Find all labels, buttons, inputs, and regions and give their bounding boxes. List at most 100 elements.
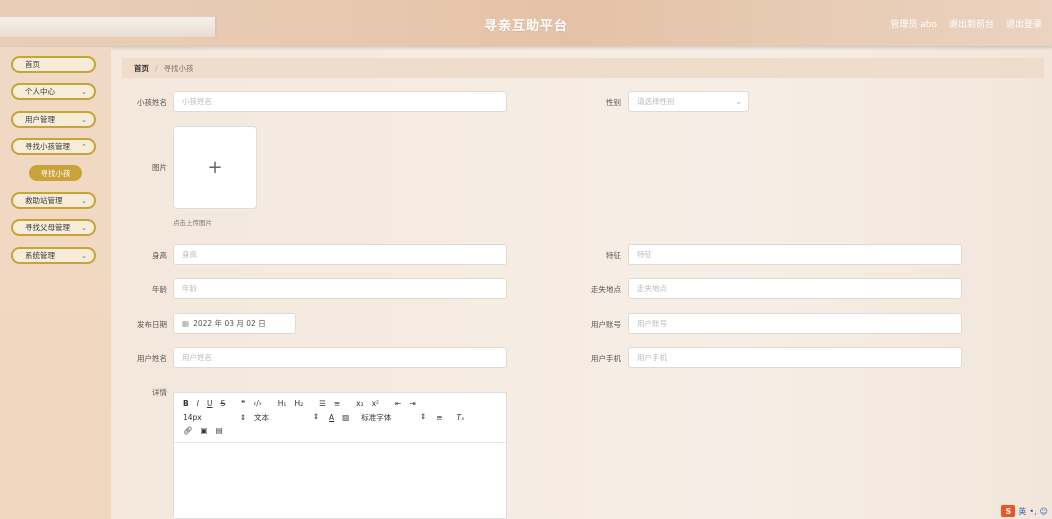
select-arrows-icon: ⇕ [312,412,319,421]
font-size-select[interactable]: 14px ⇕ [183,413,254,422]
logout-link[interactable]: 退出登录 [1006,17,1042,30]
height-label: 身高 [152,251,167,260]
user-phone-input[interactable]: 用户手机 [628,347,962,368]
italic-icon[interactable]: I [197,399,199,408]
user-name-label: 用户姓名 [137,354,167,363]
breadcrumb: 首页 / 寻找小孩 [122,58,1044,78]
breadcrumb-home[interactable]: 首页 [134,63,149,74]
features-input[interactable]: 特征 [628,244,962,265]
gender-select[interactable]: 请选择性别 ⌄ [628,91,749,112]
sogou-ime-icon: S [1001,505,1016,517]
font-size-value: 14px [183,413,202,422]
sidebar-item-label: 寻找父母管理 [25,223,70,232]
link-icon[interactable]: 🔗︎ [183,426,193,435]
user-account-label: 用户账号 [591,320,621,329]
bullet-list-icon[interactable]: ≡ [334,399,340,408]
chevron-down-icon: ⌄ [735,97,742,106]
clear-format-icon[interactable]: Tₓ [457,413,465,422]
image-icon[interactable]: ▣ [201,426,208,435]
font-color-icon[interactable]: A [329,413,334,422]
gender-label: 性别 [606,98,621,107]
user-phone-label: 用户手机 [591,354,621,363]
sidebar-item-rescue[interactable]: 救助站管理 ⌄ [11,192,96,209]
breadcrumb-separator: / [155,63,158,73]
ime-emoji-icon: ☺ [1039,506,1048,516]
calendar-icon: ▦ [182,319,190,328]
breadcrumb-current: 寻找小孩 [163,63,194,73]
select-arrows-icon: ⇕ [239,413,246,422]
sidebar-item-system[interactable]: 系统管理 ⌄ [11,247,96,264]
editor-toolbar: B I U S ❞ ‹/› H₁ H₂ ☰ ≡ x₂ x² ⇤ ⇥ 14px ⇕ … [174,393,506,443]
ordered-list-icon[interactable]: ☰ [319,399,326,408]
submenu-find-child[interactable]: 寻找小孩 [29,165,82,181]
publish-date-picker[interactable]: ▦ 2022 年 03 月 02 日 [173,313,296,334]
sidebar-item-label: 用户管理 [25,115,55,124]
image-upload[interactable]: + [173,126,257,209]
chevron-down-icon: ⌄ [81,88,87,96]
align-icon[interactable]: ≡ [436,413,442,422]
sidebar-item-label: 寻找小孩管理 [25,142,70,151]
user-account-input[interactable]: 用户账号 [628,313,962,334]
user-account-placeholder: 用户账号 [637,319,667,328]
child-name-input[interactable]: 小孩姓名 [173,91,507,112]
chevron-up-icon: ⌃ [81,143,87,151]
user-name-placeholder: 用户姓名 [182,353,212,362]
header1-icon[interactable]: H₁ [278,399,287,408]
chevron-down-icon: ⌄ [81,252,87,260]
ime-dots-icon: •, [1029,506,1037,516]
paragraph-select[interactable]: 文本 ⇕ [254,412,329,423]
bold-icon[interactable]: B [183,399,189,408]
height-placeholder: 身高 [182,250,197,259]
background-color-icon[interactable]: ▨ [342,413,349,422]
chevron-down-icon: ⌄ [81,224,87,232]
age-input[interactable]: 年龄 [173,278,507,299]
features-placeholder: 特征 [637,250,652,259]
sidebar-item-profile[interactable]: 个人中心 ⌄ [11,83,96,100]
upload-hint: 点击上传图片 [173,219,212,227]
back-to-front-link[interactable]: 退出到前台 [949,17,994,30]
child-name-placeholder: 小孩姓名 [182,97,212,106]
sidebar-item-find-child[interactable]: 寻找小孩管理 ⌃ [11,138,96,155]
details-editor: B I U S ❞ ‹/› H₁ H₂ ☰ ≡ x₂ x² ⇤ ⇥ 14px ⇕ … [173,392,507,519]
indent-icon[interactable]: ⇥ [409,399,415,408]
ime-indicator[interactable]: S 英 •, ☺ [1001,505,1048,517]
outdent-icon[interactable]: ⇤ [395,399,401,408]
gender-placeholder: 请选择性别 [637,97,675,106]
superscript-icon[interactable]: x² [372,399,379,408]
chevron-down-icon: ⌄ [81,197,87,205]
paragraph-value: 文本 [254,413,269,422]
height-input[interactable]: 身高 [173,244,507,265]
child-name-label: 小孩姓名 [137,98,167,107]
blockquote-icon[interactable]: ❞ [241,399,245,408]
sidebar-item-label: 救助站管理 [25,196,63,205]
sidebar-item-users[interactable]: 用户管理 ⌄ [11,111,96,128]
features-label: 特征 [606,251,621,260]
subscript-icon[interactable]: x₂ [356,399,363,408]
font-family-value: 标准字体 [361,413,392,422]
select-arrows-icon: ⇕ [419,412,427,421]
sidebar-item-find-parents[interactable]: 寻找父母管理 ⌄ [11,219,96,236]
publish-date-label: 发布日期 [137,320,167,329]
user-name-input[interactable]: 用户姓名 [173,347,507,368]
video-icon[interactable]: ▤ [216,426,223,435]
details-label: 详情 [152,388,167,397]
sidebar-item-home[interactable]: 首页 [11,56,96,73]
header-actions: 管理员 abo 退出到前台 退出登录 [890,17,1042,30]
lost-place-input[interactable]: 走失地点 [628,278,962,299]
plus-icon: + [207,157,223,178]
user-phone-placeholder: 用户手机 [637,353,667,362]
code-block-icon[interactable]: ‹/› [253,399,262,408]
strikethrough-icon[interactable]: S [220,399,225,408]
top-header: 寻亲互助平台 管理员 abo 退出到前台 退出登录 [0,0,1052,46]
lost-place-label: 走失地点 [591,285,621,294]
image-label: 图片 [152,163,167,172]
chevron-down-icon: ⌄ [81,116,87,124]
font-family-select[interactable]: 标准字体 ⇕ [361,412,436,423]
ime-lang: 英 [1018,506,1027,516]
lost-place-placeholder: 走失地点 [637,284,667,293]
age-placeholder: 年龄 [182,284,197,293]
current-user-label: 管理员 abo [890,20,937,30]
header2-icon[interactable]: H₂ [294,399,303,408]
underline-icon[interactable]: U [207,399,213,408]
sidebar-item-label: 系统管理 [25,251,55,260]
